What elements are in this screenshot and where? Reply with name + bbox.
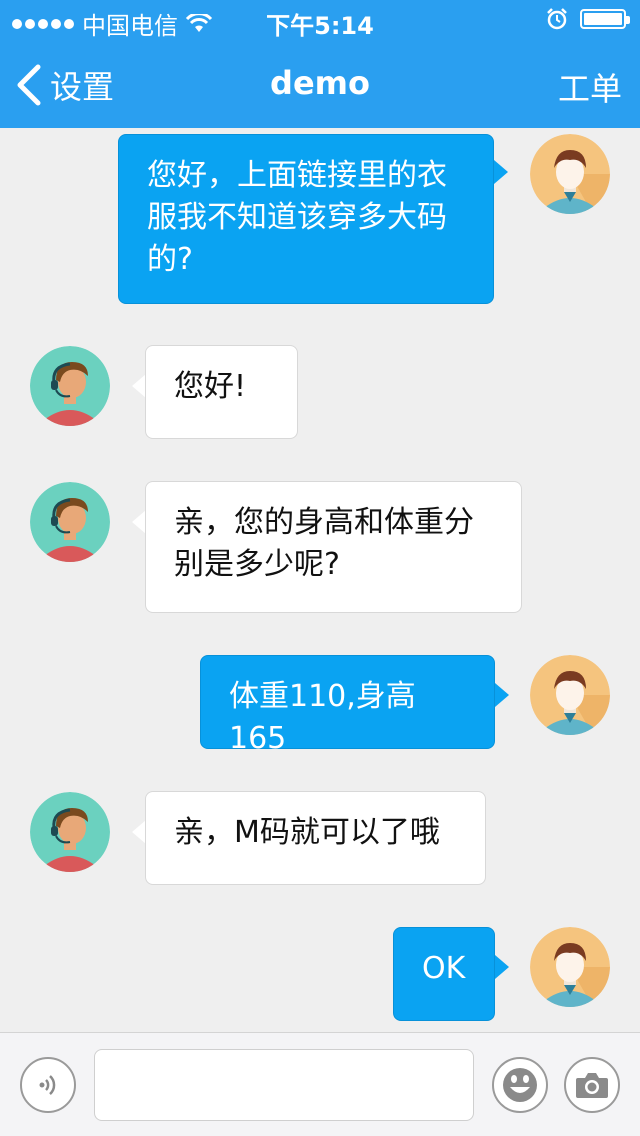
chat-area[interactable]: 您好，上面链接里的衣 服我不知道该穿多大码 的? 您好! 亲，您的身高和体重分 … [0,128,640,1032]
agent-avatar[interactable] [30,346,110,426]
user-avatar[interactable] [530,927,610,1007]
voice-icon [39,1075,56,1095]
message-bubble[interactable]: 您好，上面链接里的衣 服我不知道该穿多大码 的? [118,134,494,304]
status-right [546,8,630,30]
message-line: 服我不知道该穿多大码 [147,200,447,235]
message-line: 体重110,身高165 [229,679,416,756]
message-line: 亲，您的身高和体重分 [174,505,474,540]
bubble-tail [132,374,146,398]
battery-icon [580,9,630,29]
agent-avatar[interactable] [30,792,110,872]
bubble-tail [494,160,508,184]
back-label: 设置 [50,68,115,106]
bubble-tail [495,955,509,979]
message-bubble[interactable]: 亲，M码就可以了哦 [145,791,486,885]
message-bubble[interactable]: 您好! [145,345,298,439]
bubble-tail [132,510,146,534]
status-time: 下午5:14 [266,12,374,40]
emoji-button[interactable] [492,1057,548,1113]
bubble-tail [495,683,509,707]
back-button[interactable]: 设置 [14,62,114,108]
voice-button[interactable] [20,1057,76,1113]
message-line: 您好! [174,369,247,404]
work-order-button[interactable]: 工单 [558,64,622,110]
status-bar: 中国电信 下午5:14 [0,0,640,40]
message-bubble[interactable]: OK [393,927,495,1021]
nav-bar: 设置 demo 工单 [0,40,640,128]
message-line: 的? [147,242,193,277]
emoji-icon [503,1068,537,1102]
user-avatar[interactable] [530,655,610,735]
input-bar [0,1032,640,1136]
message-line: 别是多少呢? [174,547,340,582]
message-line: OK [422,951,466,986]
message-line: 您好，上面链接里的衣 [147,158,447,193]
chevron-left-icon [17,64,41,106]
camera-icon [576,1073,608,1098]
message-bubble[interactable]: 亲，您的身高和体重分 别是多少呢? [145,481,522,613]
message-input[interactable] [94,1049,474,1121]
message-line: 亲，M码就可以了哦 [174,815,440,850]
camera-button[interactable] [564,1057,620,1113]
message-bubble[interactable]: 体重110,身高165 [200,655,495,756]
alarm-icon [547,8,567,30]
agent-avatar[interactable] [30,482,110,562]
user-avatar[interactable] [530,134,610,214]
bubble-tail [132,820,146,844]
